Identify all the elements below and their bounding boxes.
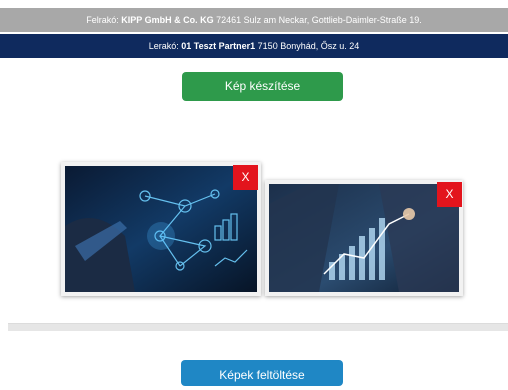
- upload-photos-button[interactable]: Képek feltöltése: [181, 360, 343, 386]
- pickup-label: Felrakó:: [86, 15, 119, 25]
- photo-business-chart-image: [269, 184, 459, 292]
- pickup-address: 72461 Sulz am Neckar, Gottlieb-Daimler-S…: [216, 15, 422, 25]
- pickup-company: KIPP GmbH & Co. KG: [121, 15, 214, 25]
- delete-photo-1-button[interactable]: X: [233, 165, 258, 190]
- dropoff-label: Lerakó:: [148, 41, 179, 51]
- dropoff-address: 7150 Bonyhád, Ősz u. 24: [257, 41, 360, 51]
- photo-thumbnail-1[interactable]: [61, 162, 261, 296]
- photo-business-network-image: [65, 166, 257, 292]
- section-divider: [8, 323, 508, 331]
- pickup-bar: Felrakó: KIPP GmbH & Co. KG 72461 Sulz a…: [0, 8, 508, 32]
- photo-thumbnail-2[interactable]: [265, 180, 463, 296]
- dropoff-bar: Lerakó: 01 Teszt Partner1 7150 Bonyhád, …: [0, 34, 508, 58]
- dropoff-company: 01 Teszt Partner1: [181, 41, 256, 51]
- delete-photo-2-button[interactable]: X: [437, 182, 462, 207]
- take-photo-button[interactable]: Kép készítése: [182, 72, 343, 101]
